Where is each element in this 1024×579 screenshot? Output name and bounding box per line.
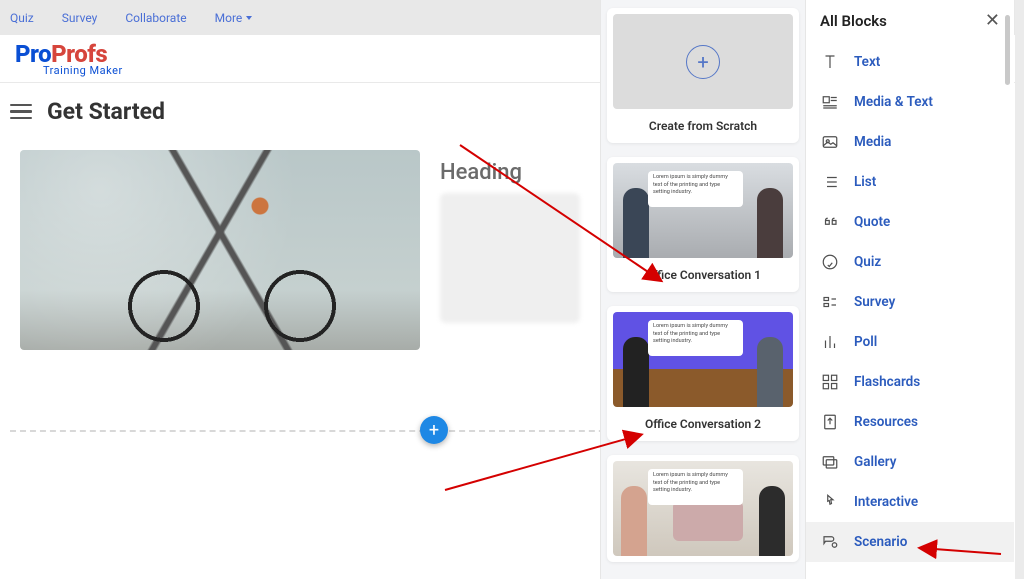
templates-panel: + Create from Scratch Lorem ipsum is sim…: [600, 0, 805, 579]
block-scenario[interactable]: Scenario: [806, 522, 1014, 562]
scrollbar[interactable]: [1015, 0, 1024, 579]
flashcards-icon: [820, 372, 840, 392]
block-list: Text Media & Text Media List Quote Quiz …: [806, 42, 1014, 562]
all-blocks-panel: All Blocks ✕ Text Media & Text Media Lis…: [805, 0, 1014, 579]
content-heading-block[interactable]: Heading: [440, 160, 570, 323]
nav-quiz[interactable]: Quiz: [10, 11, 34, 25]
content-image[interactable]: [20, 150, 420, 350]
scenario-icon: [820, 532, 840, 552]
template-office-conversation-2[interactable]: Lorem ipsum is simply dummy text of the …: [607, 306, 799, 441]
block-interactive[interactable]: Interactive: [806, 482, 1014, 522]
nav-more[interactable]: More: [215, 11, 253, 25]
template-thumb-office2: Lorem ipsum is simply dummy text of the …: [613, 312, 793, 407]
panel-title: All Blocks: [820, 12, 887, 30]
survey-icon: [820, 292, 840, 312]
close-icon[interactable]: ✕: [985, 12, 1000, 30]
template-office-conversation-1[interactable]: Lorem ipsum is simply dummy text of the …: [607, 157, 799, 292]
quiz-icon: [820, 252, 840, 272]
interactive-icon: [820, 492, 840, 512]
block-poll[interactable]: Poll: [806, 322, 1014, 362]
block-resources[interactable]: Resources: [806, 402, 1014, 442]
template-bedroom[interactable]: Lorem ipsum is simply dummy text of the …: [607, 455, 799, 562]
plus-icon: +: [686, 45, 720, 79]
nav-collaborate[interactable]: Collaborate: [125, 11, 186, 25]
template-thumb-office1: Lorem ipsum is simply dummy text of the …: [613, 163, 793, 258]
block-survey[interactable]: Survey: [806, 282, 1014, 322]
resources-icon: [820, 412, 840, 432]
block-text[interactable]: Text: [806, 42, 1014, 82]
chevron-down-icon: [246, 16, 252, 20]
menu-icon[interactable]: [10, 100, 32, 124]
gallery-icon: [820, 452, 840, 472]
template-thumb-bedroom: Lorem ipsum is simply dummy text of the …: [613, 461, 793, 556]
add-block-button[interactable]: +: [420, 416, 448, 444]
media-icon: [820, 132, 840, 152]
template-label: Office Conversation 1: [613, 258, 793, 286]
block-flashcards[interactable]: Flashcards: [806, 362, 1014, 402]
quote-icon: [820, 212, 840, 232]
template-label: Office Conversation 2: [613, 407, 793, 435]
nav-survey[interactable]: Survey: [62, 11, 98, 25]
template-label: Create from Scratch: [613, 109, 793, 137]
block-list[interactable]: List: [806, 162, 1014, 202]
block-quiz[interactable]: Quiz: [806, 242, 1014, 282]
block-media-text[interactable]: Media & Text: [806, 82, 1014, 122]
content-heading: Heading: [440, 160, 570, 185]
template-thumb-scratch: +: [613, 14, 793, 109]
page-title: Get Started: [47, 98, 165, 125]
block-media[interactable]: Media: [806, 122, 1014, 162]
media-text-icon: [820, 92, 840, 112]
text-icon: [820, 52, 840, 72]
template-create-scratch[interactable]: + Create from Scratch: [607, 8, 799, 143]
block-gallery[interactable]: Gallery: [806, 442, 1014, 482]
list-icon: [820, 172, 840, 192]
poll-icon: [820, 332, 840, 352]
block-quote[interactable]: Quote: [806, 202, 1014, 242]
nav-more-label: More: [215, 11, 243, 25]
content-placeholder: [440, 193, 580, 323]
